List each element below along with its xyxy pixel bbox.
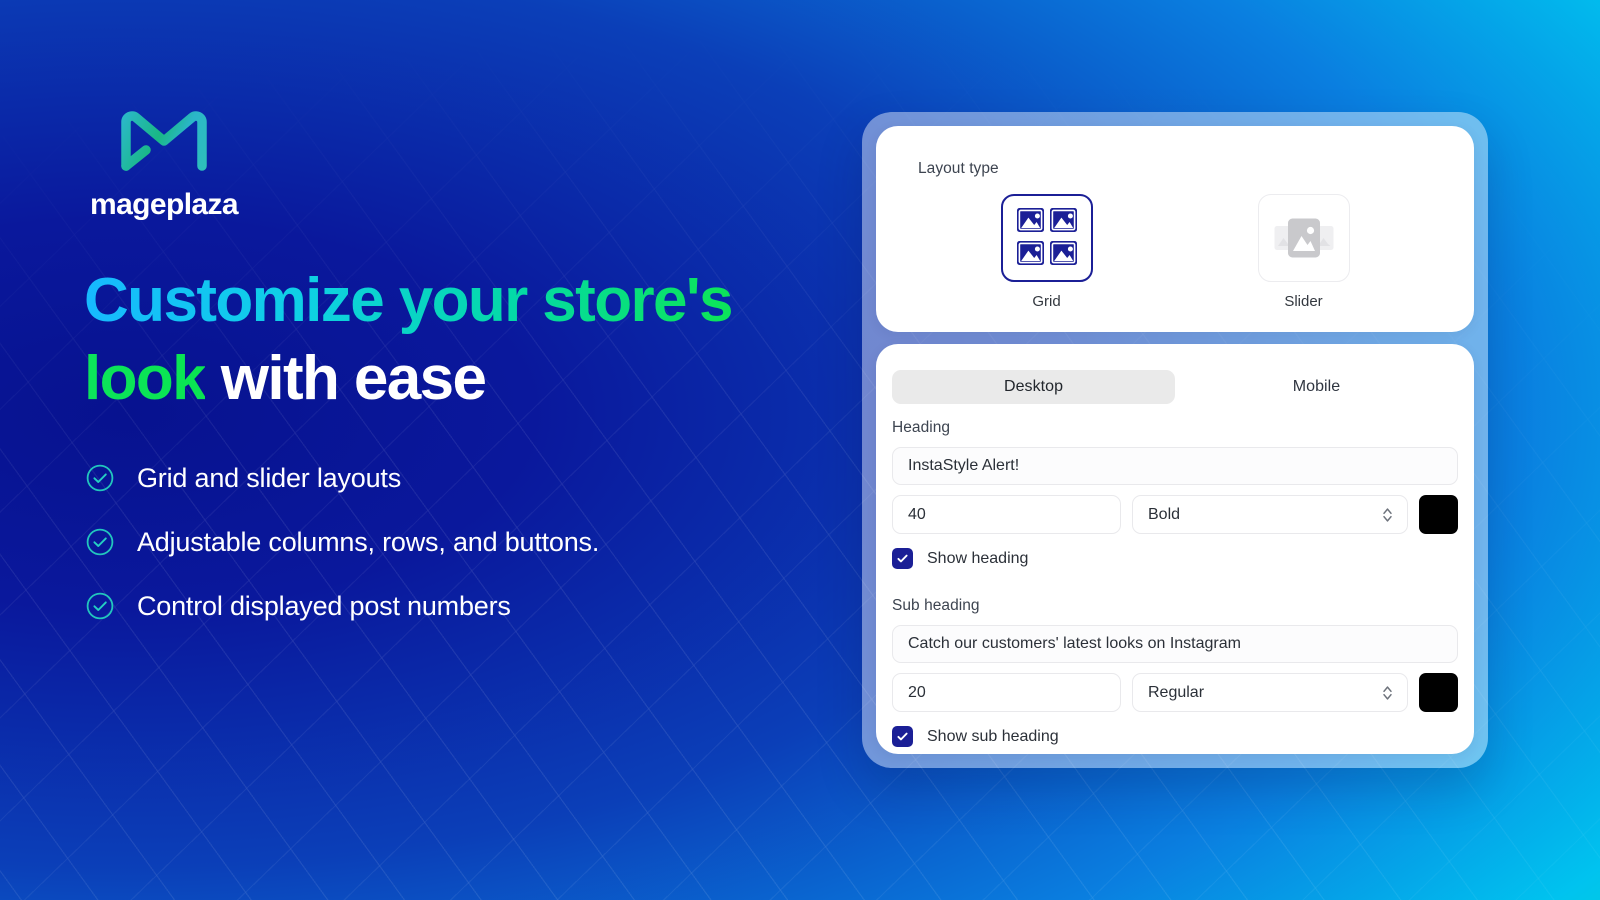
show-heading-label: Show heading	[927, 549, 1029, 567]
layout-option-slider-box[interactable]	[1257, 194, 1350, 282]
show-sub-heading-label: Show sub heading	[927, 727, 1059, 745]
show-heading-checkbox[interactable]	[892, 548, 913, 569]
list-item-label: Control displayed post numbers	[137, 590, 511, 621]
sub-heading-label: Sub heading	[892, 597, 980, 614]
layout-type-card: Layout type Grid Slider	[876, 126, 1474, 332]
app-panel-frame: Layout type Grid Slider Desktop Mobile H…	[862, 112, 1488, 768]
layout-type-options: Grid Slider	[918, 194, 1432, 310]
heading-label: Heading	[892, 419, 951, 436]
text-settings-card: Desktop Mobile Heading Bold	[876, 344, 1474, 754]
layout-option-slider[interactable]: Slider	[1175, 194, 1432, 310]
show-sub-heading-toggle-row: Show sub heading	[892, 726, 1458, 747]
sub-heading-input[interactable]	[892, 625, 1458, 663]
page-title: Customize your store's look with ease	[84, 262, 844, 418]
show-heading-toggle-row: Show heading	[892, 548, 1458, 569]
circle-check-icon	[86, 528, 114, 556]
sub-heading-style-row: Regular	[892, 673, 1458, 712]
heading-font-weight-select[interactable]: Bold	[1132, 495, 1408, 534]
list-item-label: Grid and slider layouts	[137, 462, 402, 493]
circle-check-icon	[86, 592, 114, 620]
show-sub-heading-checkbox[interactable]	[892, 726, 913, 747]
list-item: Adjustable columns, rows, and buttons.	[86, 510, 846, 574]
sub-heading-font-size-input[interactable]	[892, 673, 1121, 712]
mageplaza-m-logo-icon	[121, 111, 207, 171]
banner-canvas: mageplaza Customize your store's look wi…	[0, 0, 1600, 900]
tab-mobile-label: Mobile	[1292, 378, 1341, 395]
tab-mobile[interactable]: Mobile	[1175, 370, 1458, 404]
checkmark-icon	[897, 732, 908, 741]
circle-check-icon	[86, 464, 114, 492]
list-item-label: Adjustable columns, rows, and buttons.	[137, 526, 600, 557]
feature-list: Grid and slider layouts Adjustable colum…	[86, 446, 846, 638]
sub-heading-color-swatch[interactable]	[1419, 673, 1458, 712]
sub-heading-section: Sub heading Regular	[892, 597, 1458, 747]
list-item: Control displayed post numbers	[86, 574, 846, 638]
layout-option-slider-caption: Slider	[1284, 293, 1323, 310]
slider-layout-icon	[1274, 218, 1333, 258]
list-item: Grid and slider layouts	[86, 446, 846, 510]
brand-logo: mageplaza	[90, 108, 310, 222]
checkmark-icon	[897, 554, 908, 563]
heading-section: Heading Bold	[892, 419, 1458, 569]
chevron-up-down-icon	[1383, 507, 1392, 522]
headline-white-text: with ease	[205, 344, 487, 414]
sub-heading-font-weight-select[interactable]: Regular	[1132, 673, 1408, 712]
layout-option-grid-box[interactable]	[1000, 194, 1093, 282]
sub-heading-font-weight-value: Regular	[1148, 683, 1205, 701]
layout-type-label: Layout type	[918, 160, 999, 177]
device-tabs: Desktop Mobile	[892, 370, 1458, 404]
layout-option-grid-caption: Grid	[1032, 293, 1061, 310]
heading-style-row: Bold	[892, 495, 1458, 534]
heading-color-swatch[interactable]	[1419, 495, 1458, 534]
tab-desktop[interactable]: Desktop	[892, 370, 1175, 404]
grid-layout-icon	[1016, 208, 1077, 265]
heading-font-size-input[interactable]	[892, 495, 1121, 534]
layout-option-grid[interactable]: Grid	[918, 194, 1175, 310]
heading-input[interactable]	[892, 447, 1458, 485]
chevron-up-down-icon	[1383, 685, 1392, 700]
hero-copy-column: mageplaza Customize your store's look wi…	[84, 0, 844, 900]
brand-wordmark: mageplaza	[90, 188, 239, 221]
heading-font-weight-value: Bold	[1148, 505, 1181, 523]
tab-desktop-label: Desktop	[1003, 378, 1064, 395]
